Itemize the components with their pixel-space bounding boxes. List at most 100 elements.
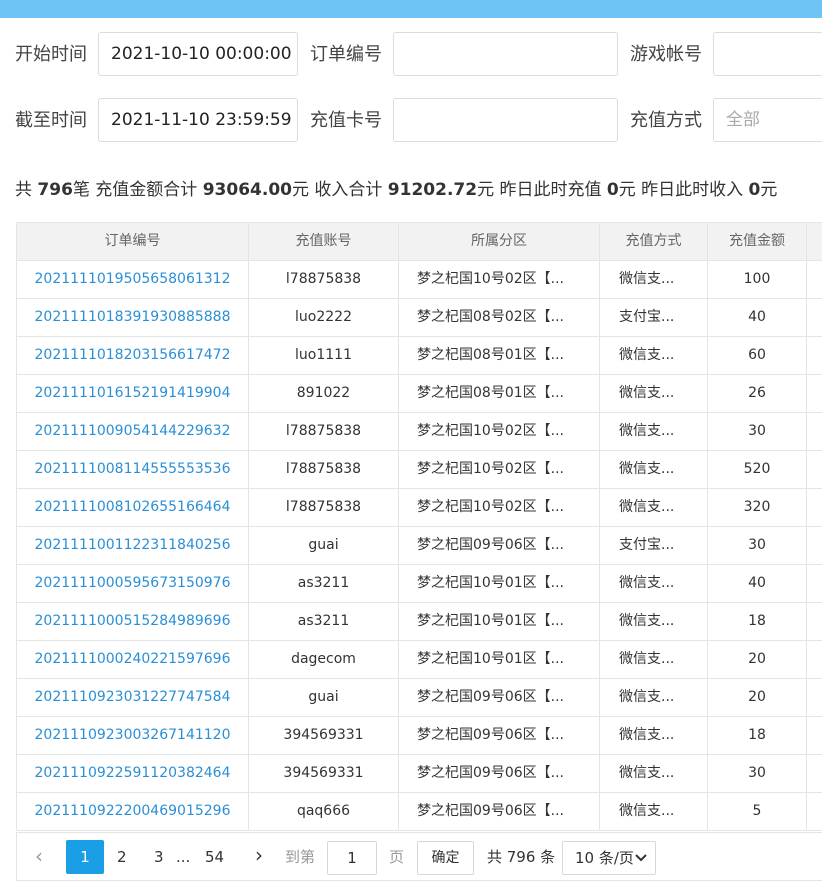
order-no-label: 订单编号 (310, 44, 382, 65)
game-account-input[interactable] (713, 32, 822, 76)
order-no-link[interactable]: 2021111016152191419904 (17, 375, 249, 413)
table-row: 2021111019505658061312 l78875838 梦之杞国10号02… (17, 261, 822, 299)
server-cell: 梦之杞国10号02区【... (399, 451, 600, 489)
amount-cell: 20 (708, 641, 807, 679)
order-no-link[interactable]: 2021111008114555553536 (17, 451, 249, 489)
server-cell: 梦之杞国10号01区【... (399, 603, 600, 641)
method-cell: 微信支... (600, 717, 708, 755)
start-time-label: 开始时间 (15, 44, 87, 65)
summary-text: 元 (760, 180, 778, 200)
page-ellipsis: ... (176, 848, 191, 866)
order-no-link[interactable]: 2021111019505658061312 (17, 261, 249, 299)
method-select[interactable]: 全部 (713, 98, 822, 142)
account-cell: as3211 (249, 565, 399, 603)
account-cell: guai (249, 527, 399, 565)
amount-cell: 30 (708, 755, 807, 793)
extra-cell (807, 755, 822, 793)
method-cell: 微信支... (600, 489, 708, 527)
method-cell: 微信支... (600, 679, 708, 717)
order-no-link[interactable]: 2021110922200469015296 (17, 793, 249, 831)
table-row: 2021110923003267141120 394569331 梦之杞国09号06… (17, 717, 822, 755)
server-cell: 梦之杞国10号02区【... (399, 261, 600, 299)
order-no-link[interactable]: 2021110923031227747584 (17, 679, 249, 717)
top-header-bar (0, 0, 822, 18)
order-no-link[interactable]: 2021111009054144229632 (17, 413, 249, 451)
table-row: 2021110922591120382464 394569331 梦之杞国09号06… (17, 755, 822, 793)
header-method[interactable]: 充值方式 (600, 223, 708, 261)
extra-cell (807, 603, 822, 641)
account-cell: 394569331 (249, 717, 399, 755)
method-cell: 微信支... (600, 641, 708, 679)
header-extra (807, 223, 822, 261)
account-cell: 891022 (249, 375, 399, 413)
extra-cell (807, 717, 822, 755)
header-account[interactable]: 充值账号 (249, 223, 399, 261)
extra-cell (807, 413, 822, 451)
card-no-input[interactable] (393, 98, 618, 142)
page-size-value: 10 条/页 (575, 849, 634, 867)
order-no-link[interactable]: 2021111008102655166464 (17, 489, 249, 527)
end-time-input[interactable]: 2021-11-10 23:59:59 (98, 98, 298, 142)
table-row: 2021111018391930885888 luo2222 梦之杞国08号02区【… (17, 299, 822, 337)
server-cell: 梦之杞国09号06区【... (399, 717, 600, 755)
goto-page-input[interactable]: 1 (327, 841, 377, 875)
page-size-select[interactable]: 10 条/页 (562, 841, 656, 875)
summary-total-amount: 93064.00 (202, 180, 292, 200)
order-no-link[interactable]: 2021111000595673150976 (17, 565, 249, 603)
method-cell: 微信支... (600, 793, 708, 831)
end-time-label: 截至时间 (15, 110, 87, 131)
page-button-current[interactable]: 1 (66, 840, 104, 874)
page-button-last[interactable]: 54 (205, 841, 224, 873)
summary-text: 元 收入合计 (291, 180, 388, 200)
header-order-no[interactable]: 订单编号 (17, 223, 249, 261)
extra-cell (807, 261, 822, 299)
chevron-down-icon (635, 842, 647, 885)
confirm-button[interactable]: 确定 (417, 841, 474, 875)
method-cell: 微信支... (600, 261, 708, 299)
chevron-right-icon[interactable]: › (255, 839, 263, 871)
order-no-link[interactable]: 2021110922591120382464 (17, 755, 249, 793)
chevron-left-icon[interactable]: ‹ (35, 840, 43, 872)
amount-cell: 60 (708, 337, 807, 375)
card-no-label: 充值卡号 (310, 110, 382, 131)
order-no-link[interactable]: 2021111001122311840256 (17, 527, 249, 565)
pagination: ‹ 1 2 3 ... 54 › 到第 1 页 确定 共 796 条 10 条/… (16, 832, 822, 881)
extra-cell (807, 375, 822, 413)
account-cell: l78875838 (249, 451, 399, 489)
header-amount[interactable]: 充值金额 (708, 223, 807, 261)
extra-cell (807, 337, 822, 375)
account-cell: qaq666 (249, 793, 399, 831)
page-button-2[interactable]: 2 (117, 841, 127, 873)
extra-cell (807, 299, 822, 337)
method-cell: 微信支... (600, 413, 708, 451)
page-button-3[interactable]: 3 (154, 841, 164, 873)
summary-total-income: 91202.72 (387, 180, 478, 200)
server-cell: 梦之杞国10号02区【... (399, 413, 600, 451)
order-no-link[interactable]: 2021110923003267141120 (17, 717, 249, 755)
summary-yesterday-income: 0 (748, 180, 761, 200)
start-time-input[interactable]: 2021-10-10 00:00:00 (98, 32, 298, 76)
order-no-link[interactable]: 2021111000240221597696 (17, 641, 249, 679)
method-cell: 支付宝... (600, 527, 708, 565)
order-no-input[interactable] (393, 32, 618, 76)
table-row: 2021111000515284989696 as3211 梦之杞国10号01区【.… (17, 603, 822, 641)
server-cell: 梦之杞国09号06区【... (399, 755, 600, 793)
method-cell: 支付宝... (600, 299, 708, 337)
header-server[interactable]: 所属分区 (399, 223, 600, 261)
server-cell: 梦之杞国08号02区【... (399, 299, 600, 337)
order-no-link[interactable]: 2021111018203156617472 (17, 337, 249, 375)
method-cell: 微信支... (600, 565, 708, 603)
method-cell: 微信支... (600, 451, 708, 489)
method-label: 充值方式 (630, 110, 702, 131)
account-cell: dagecom (249, 641, 399, 679)
table-row: 2021110923031227747584 guai 梦之杞国09号06区【...… (17, 679, 822, 717)
amount-cell: 26 (708, 375, 807, 413)
account-cell: 394569331 (249, 755, 399, 793)
order-no-link[interactable]: 2021111000515284989696 (17, 603, 249, 641)
server-cell: 梦之杞国10号01区【... (399, 565, 600, 603)
account-cell: guai (249, 679, 399, 717)
order-no-link[interactable]: 2021111018391930885888 (17, 299, 249, 337)
extra-cell (807, 641, 822, 679)
extra-cell (807, 489, 822, 527)
method-cell: 微信支... (600, 755, 708, 793)
